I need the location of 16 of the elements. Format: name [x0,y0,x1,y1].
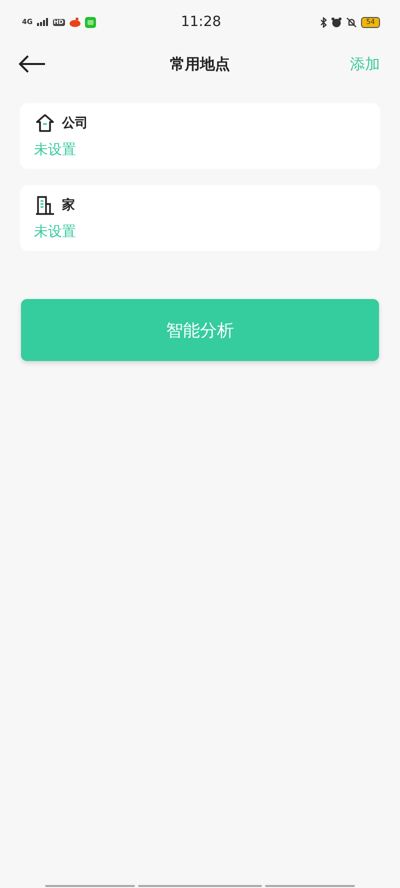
place-status: 未设置 [34,223,77,241]
place-name: 公司 [62,115,88,132]
bluetooth-icon [320,16,328,28]
mute-icon [346,16,358,28]
page-title: 常用地点 [170,54,230,74]
status-time: 11:28 [180,14,222,30]
place-card[interactable]: 家 未设置 [20,185,380,251]
building-icon [34,195,56,215]
back-button[interactable] [18,54,46,74]
house-icon [34,113,56,133]
signal-icon [36,18,49,26]
place-status: 未设置 [34,141,77,159]
place-name: 家 [62,196,75,214]
place-card[interactable]: 公司 未设置 [20,103,380,169]
alarm-icon [331,16,342,28]
chat-app-icon [84,16,96,28]
